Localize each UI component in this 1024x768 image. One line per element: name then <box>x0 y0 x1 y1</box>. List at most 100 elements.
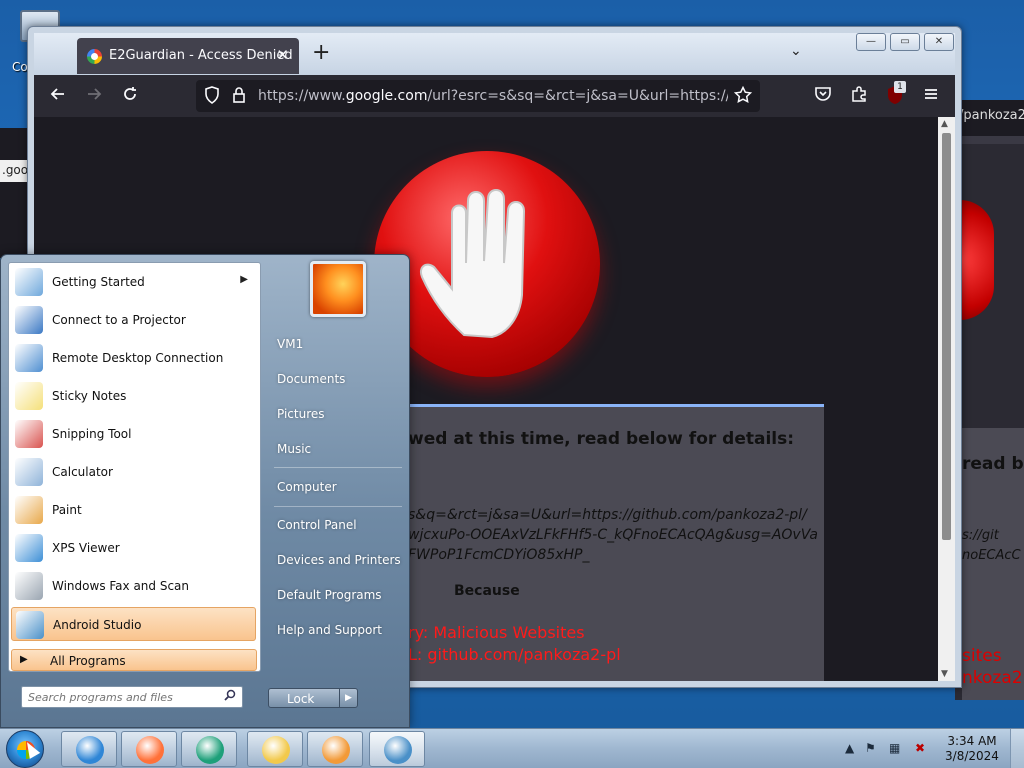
program-label: XPS Viewer <box>52 541 120 555</box>
start-link-default-programs[interactable]: Default Programs <box>277 588 382 602</box>
start-link-control-panel[interactable]: Control Panel <box>277 518 357 532</box>
list-all-tabs-button[interactable]: ⌄ <box>790 43 802 59</box>
start-search-box[interactable] <box>21 686 243 708</box>
tracking-protection-shield-icon[interactable] <box>204 86 220 108</box>
program-label: Windows Fax and Scan <box>52 579 190 593</box>
start-link-documents[interactable]: Documents <box>277 372 345 386</box>
scroll-down-arrow-icon[interactable]: ▼ <box>941 669 948 679</box>
all-programs-button[interactable]: ▶ All Programs <box>11 649 257 671</box>
start-link-pictures[interactable]: Pictures <box>277 407 325 421</box>
access-denied-panel: wed at this time, read below for details… <box>408 404 824 681</box>
taskbar-file-explorer-button[interactable] <box>247 731 303 767</box>
background-denied-panel: read be s://git noECAcC sites nkoza2 <box>962 428 1024 700</box>
url-text[interactable]: https://www.google.com/url?esrc=s&sq=&rc… <box>258 88 728 104</box>
forward-button[interactable] <box>82 85 106 108</box>
file-explorer-icon <box>262 736 290 764</box>
pocket-button[interactable] <box>811 85 835 108</box>
program-label: Paint <box>52 503 82 517</box>
search-icon[interactable] <box>224 689 236 704</box>
start-link-music[interactable]: Music <box>277 442 311 456</box>
taskbar-media-player-button[interactable] <box>307 731 363 767</box>
start-link-computer[interactable]: Computer <box>277 480 337 494</box>
submenu-arrow-icon: ▶ <box>240 274 248 285</box>
background-url-line-2: noECAcC <box>962 548 1021 563</box>
scrollbar-thumb[interactable] <box>942 133 951 540</box>
show-hidden-icons-icon[interactable]: ▲ <box>845 741 854 755</box>
taskbar-android-studio-button[interactable] <box>369 731 425 767</box>
program-label: Calculator <box>52 465 113 479</box>
android-studio-icon <box>384 736 412 764</box>
vertical-scrollbar[interactable]: ▲ ▼ <box>938 117 955 681</box>
minimize-button[interactable]: — <box>856 33 886 51</box>
denied-url-line-3: FWPoP1FcmCDYiO85xHP_ <box>408 547 590 563</box>
firefox-icon <box>136 736 164 764</box>
projector-icon <box>15 306 43 334</box>
xps-viewer-icon <box>15 534 43 562</box>
background-window-left: .goo <box>0 128 30 258</box>
taskbar-firefox-button[interactable] <box>121 731 177 767</box>
taskbar: ▲ ⚑ ▦ ✖ 3:34 AM 3/8/2024 <box>0 728 1024 768</box>
edge-icon <box>196 736 224 764</box>
url-bar[interactable]: https://www.google.com/url?esrc=s&sq=&rc… <box>196 80 760 112</box>
new-tab-button[interactable]: + <box>312 40 330 65</box>
program-item[interactable]: Getting Started ▶ <box>11 265 256 299</box>
program-item[interactable]: Android Studio <box>11 607 256 641</box>
lock-button[interactable]: Lock ▶ <box>268 688 358 708</box>
background-url-line-1: s://git <box>962 528 999 543</box>
internet-explorer-icon <box>76 736 104 764</box>
start-menu: ▶ All Programs VM1 Documents Pictures Mu… <box>0 254 410 728</box>
program-item[interactable]: Sticky Notes <box>11 379 256 413</box>
action-center-flag-icon[interactable]: ⚑ <box>865 741 876 755</box>
program-item[interactable]: Remote Desktop Connection <box>11 341 256 375</box>
navigation-toolbar: https://www.google.com/url?esrc=s&sq=&rc… <box>34 75 955 117</box>
scroll-up-arrow-icon[interactable]: ▲ <box>941 119 948 129</box>
program-item[interactable]: Paint <box>11 493 256 527</box>
program-item[interactable]: XPS Viewer <box>11 531 256 565</box>
denied-category: ry: Malicious Websites <box>408 623 585 642</box>
lock-icon[interactable] <box>232 86 246 108</box>
shutdown-options-arrow-icon[interactable]: ▶ <box>339 689 357 707</box>
close-window-button[interactable]: ✕ <box>924 33 954 51</box>
denied-blocked-url: L: github.com/pankoza2-pl <box>408 645 621 664</box>
restore-button[interactable]: ▭ <box>890 33 920 51</box>
android-studio-icon <box>16 611 44 639</box>
background-tab-title: /pankoza2 <box>955 100 1024 136</box>
program-label: Connect to a Projector <box>52 313 186 327</box>
program-item[interactable]: Snipping Tool <box>11 417 256 451</box>
program-item[interactable]: Windows Fax and Scan <box>11 569 256 603</box>
program-label: Android Studio <box>53 618 142 632</box>
volume-muted-icon[interactable]: ✖ <box>915 741 925 755</box>
program-label: Getting Started <box>52 275 145 289</box>
application-menu-button[interactable] <box>919 85 943 108</box>
taskbar-edge-button[interactable] <box>181 731 237 767</box>
user-account-picture[interactable] <box>310 261 366 317</box>
start-search-input[interactable] <box>28 689 218 705</box>
bookmark-star-icon[interactable] <box>733 85 753 108</box>
program-item[interactable]: Connect to a Projector <box>11 303 256 337</box>
start-link-user[interactable]: VM1 <box>277 337 303 351</box>
network-icon[interactable]: ▦ <box>889 741 900 755</box>
background-stop-icon <box>960 200 994 320</box>
puzzle-icon <box>852 86 866 102</box>
background-address-fragment: .goo <box>0 160 30 182</box>
show-desktop-button[interactable] <box>1010 729 1024 768</box>
tab-e2guardian[interactable]: E2Guardian - Access Denied ✕ <box>77 38 299 74</box>
taskbar-internet-explorer-button[interactable] <box>61 731 117 767</box>
lock-label: Lock <box>287 692 315 706</box>
clock[interactable]: 3:34 AM 3/8/2024 <box>944 734 1000 764</box>
snipping-tool-icon <box>15 420 43 448</box>
desktop-icon-label: Co <box>12 60 28 74</box>
program-item[interactable]: Calculator <box>11 455 256 489</box>
tab-close-button[interactable]: ✕ <box>276 46 289 64</box>
title-bar[interactable]: E2Guardian - Access Denied ✕ + ⌄ — ▭ ✕ <box>34 33 955 75</box>
back-button[interactable] <box>46 85 70 108</box>
back-arrow-icon <box>50 88 64 100</box>
background-blocked-url: nkoza2 <box>962 668 1023 688</box>
reload-button[interactable] <box>118 85 142 108</box>
start-link-devices-printers[interactable]: Devices and Printers <box>277 553 401 567</box>
getting-started-icon <box>15 268 43 296</box>
extensions-button[interactable] <box>847 85 871 108</box>
all-programs-arrow-icon: ▶ <box>20 654 28 665</box>
because-heading: Because <box>454 583 520 599</box>
start-link-help-support[interactable]: Help and Support <box>277 623 382 637</box>
